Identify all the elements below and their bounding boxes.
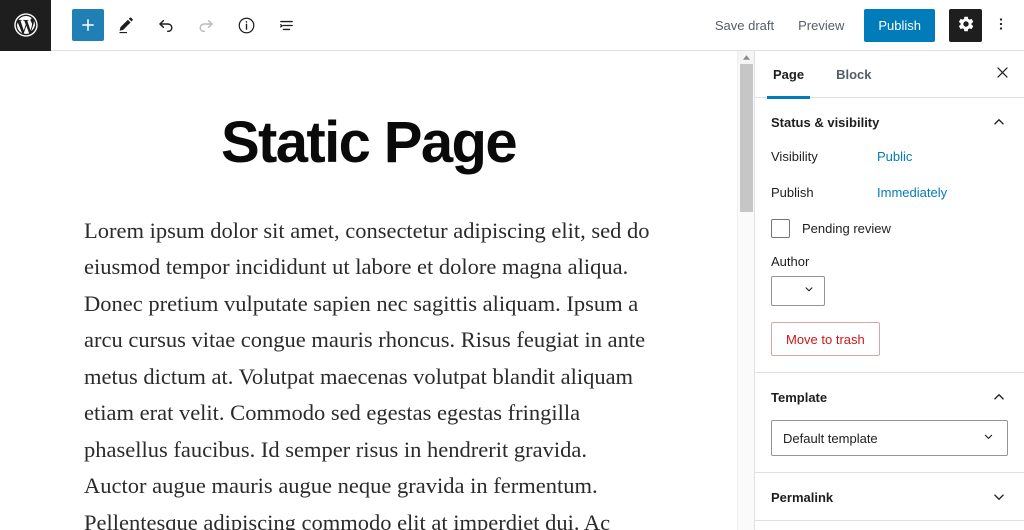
undo-arrow-icon <box>155 14 177 36</box>
tab-block[interactable]: Block <box>820 51 887 98</box>
canvas-scroll-thumb[interactable] <box>740 64 753 212</box>
author-label: Author <box>771 254 810 269</box>
panel-status-visibility-body: Visibility Public Publish Immediately Pe… <box>755 145 1024 372</box>
editor-toolbar-left <box>51 7 304 43</box>
save-draft-button[interactable]: Save draft <box>703 10 786 41</box>
tab-page[interactable]: Page <box>757 51 820 99</box>
pencil-icon <box>116 15 137 36</box>
template-selected-value: Default template <box>783 430 878 446</box>
panel-template-body: Default template <box>755 420 1024 472</box>
editor-canvas[interactable]: Static Page Lorem ipsum dolor sit amet, … <box>0 51 737 530</box>
more-options-button[interactable] <box>984 7 1018 43</box>
settings-toggle-button[interactable] <box>949 8 982 42</box>
chevron-down-icon <box>981 429 996 447</box>
chevron-down-icon <box>990 488 1008 506</box>
publish-date-row: Publish Immediately <box>771 181 1008 203</box>
author-select[interactable] <box>771 276 825 306</box>
settings-sidebar: Page Block Status & visibility Visibilit… <box>754 51 1024 530</box>
panel-permalink-title: Permalink <box>771 489 834 505</box>
panel-status-visibility: Status & visibility Visibility Public Pu… <box>755 98 1024 373</box>
editor-top-bar: Save draft Preview Publish <box>0 0 1024 51</box>
panel-status-visibility-title: Status & visibility <box>771 114 880 130</box>
editor-body: Static Page Lorem ipsum dolor sit amet, … <box>0 51 1024 530</box>
chevron-up-icon <box>990 113 1008 131</box>
chevron-down-icon <box>802 282 816 301</box>
edit-mode-button[interactable] <box>108 7 144 43</box>
editor-canvas-wrapper: Static Page Lorem ipsum dolor sit amet, … <box>0 51 737 530</box>
pending-review-label: Pending review <box>802 221 891 236</box>
panel-template: Template Default template <box>755 373 1024 473</box>
visibility-row: Visibility Public <box>771 145 1008 167</box>
info-circle-icon <box>236 15 257 36</box>
kebab-menu-icon <box>992 15 1010 36</box>
pending-review-row[interactable]: Pending review <box>771 219 1008 238</box>
preview-button[interactable]: Preview <box>786 10 856 41</box>
close-sidebar-button[interactable] <box>980 51 1024 98</box>
publish-button[interactable]: Publish <box>864 8 935 42</box>
post-title[interactable]: Static Page <box>0 111 737 175</box>
panel-template-header[interactable]: Template <box>755 373 1024 420</box>
list-view-button[interactable] <box>268 7 304 43</box>
template-select[interactable]: Default template <box>771 420 1008 456</box>
canvas-scrollbar[interactable] <box>737 51 754 530</box>
post-paragraph-block[interactable]: Lorem ipsum dolor sit amet, consectetur … <box>76 213 661 530</box>
close-icon <box>994 64 1011 84</box>
chevron-up-icon <box>990 388 1008 406</box>
editor-toolbar-right: Save draft Preview Publish <box>703 7 1024 43</box>
panel-permalink: Permalink <box>755 473 1024 521</box>
wordpress-block-editor: Save draft Preview Publish Static Page L… <box>0 0 1024 530</box>
publish-date-label: Publish <box>771 184 814 200</box>
publish-date-value-button[interactable]: Immediately <box>877 185 947 200</box>
pending-review-checkbox[interactable] <box>771 219 790 238</box>
sidebar-tab-bar: Page Block <box>755 51 1024 99</box>
sidebar-scroll-region: Status & visibility Visibility Public Pu… <box>755 98 1024 530</box>
wordpress-logo-button[interactable] <box>0 0 51 51</box>
wordpress-logo-icon <box>12 11 40 39</box>
visibility-label: Visibility <box>771 148 818 164</box>
panel-status-visibility-header[interactable]: Status & visibility <box>755 98 1024 145</box>
scroll-up-arrow-icon[interactable] <box>738 51 754 64</box>
canvas-scroll-track[interactable] <box>738 64 754 530</box>
redo-button[interactable] <box>188 7 224 43</box>
details-button[interactable] <box>228 7 264 43</box>
gear-icon <box>957 15 975 36</box>
list-view-icon <box>276 15 297 36</box>
panel-template-title: Template <box>771 389 828 405</box>
visibility-value-button[interactable]: Public <box>877 149 912 164</box>
undo-button[interactable] <box>148 7 184 43</box>
move-to-trash-button[interactable]: Move to trash <box>771 322 880 356</box>
redo-arrow-icon <box>195 14 217 36</box>
panel-permalink-header[interactable]: Permalink <box>755 473 1024 520</box>
add-block-button[interactable] <box>72 9 104 41</box>
